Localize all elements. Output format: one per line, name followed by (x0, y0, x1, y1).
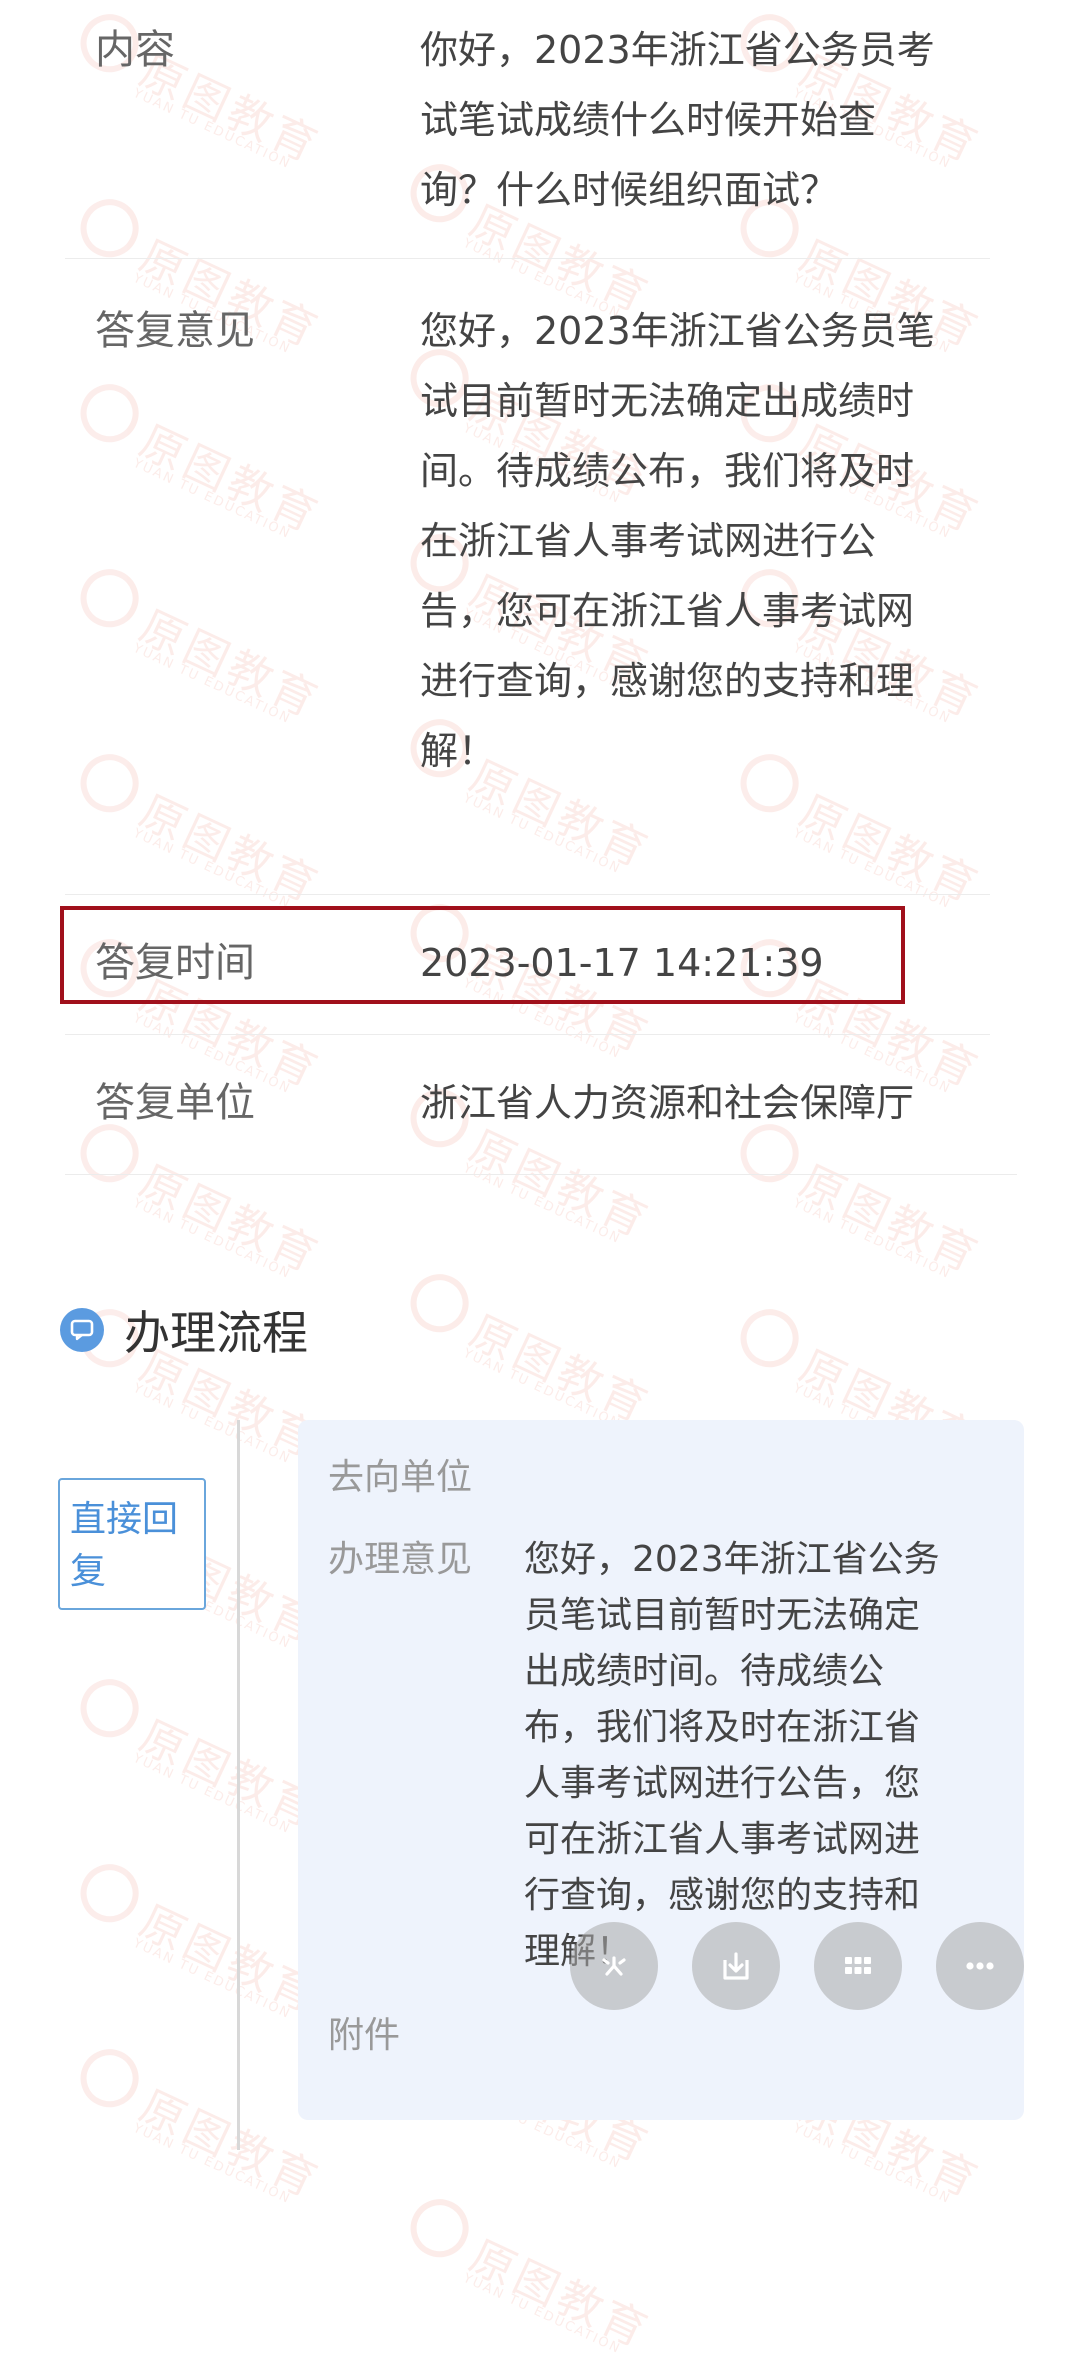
process-card: 去向单位 办理意见 您好，2023年浙江省公务 员笔试目前暂时无法确定 出成绩时… (298, 1420, 1024, 2120)
watermark-mark-icon (401, 1264, 479, 1342)
watermark-subtext: YUAN TU EDUCATION (790, 2120, 954, 2208)
reply-opinion-value: 您好，2023年浙江省公务员笔 试目前暂时无法确定出成绩时 间。待成绩公布，我们… (420, 309, 935, 773)
watermark-subtext: YUAN TU EDUCATION (130, 1380, 294, 1468)
watermark-text: 原图教育 (461, 1306, 658, 1434)
grid-button[interactable] (814, 1922, 902, 2010)
watermark-mark-icon (401, 2189, 479, 2267)
watermark-mark-icon (71, 2039, 149, 2117)
watermark-mark-icon (71, 1669, 149, 1747)
sparkle-icon (602, 1956, 626, 1976)
watermark-subtext: YUAN TU EDUCATION (130, 1750, 294, 1838)
more-icon (966, 1962, 994, 1970)
watermark-subtext: YUAN TU EDUCATION (130, 1935, 294, 2023)
watermark-subtext: YUAN TU EDUCATION (130, 2120, 294, 2208)
info-row-reply-unit: 答复单位 浙江省人力资源和社会保障厅 (65, 1034, 1017, 1175)
chat-bubble-icon (60, 1308, 104, 1352)
step-tag-direct-reply: 直接回 复 (58, 1478, 206, 1610)
watermark-subtext: YUAN TU EDUCATION (460, 2270, 624, 2358)
destination-unit-label: 去向单位 (328, 1457, 473, 1498)
step-tag-label: 直接回 复 (70, 1499, 179, 1592)
watermark-subtext: YUAN TU EDUCATION (130, 1195, 294, 1283)
watermark-mark-icon (71, 1854, 149, 1932)
timeline-line (237, 1420, 240, 2150)
sparkle-button[interactable] (570, 1922, 658, 2010)
watermark-text: 原图教育 (461, 2231, 658, 2359)
download-icon (723, 1952, 749, 1980)
floating-action-bar (570, 1922, 1024, 2010)
handling-opinion-value: 您好，2023年浙江省公务 员笔试目前暂时无法确定 出成绩时间。待成绩公 布，我… (524, 1539, 940, 1972)
grid-icon (845, 1957, 871, 1974)
watermark-logo: 原图教育YUAN TU EDUCATION (392, 1256, 658, 1435)
watermark-logo: 原图教育YUAN TU EDUCATION (62, 1661, 328, 1840)
watermark-subtext: YUAN TU EDUCATION (790, 1195, 954, 1283)
download-button[interactable] (692, 1922, 780, 2010)
watermark-logo: 原图教育YUAN TU EDUCATION (392, 2181, 658, 2360)
reply-opinion-label: 答复意见 (95, 308, 255, 354)
reply-unit-label: 答复单位 (95, 1080, 255, 1126)
info-row-content: 内容 你好，2023年浙江省公务员考 试笔试成绩什么时候开始查 询？什么时候组织… (65, 0, 990, 259)
watermark-logo: 原图教育YUAN TU EDUCATION (62, 1846, 328, 2025)
process-section-header: 办理流程 (60, 1300, 308, 1360)
watermark-logo: 原图教育YUAN TU EDUCATION (62, 2031, 328, 2210)
handling-opinion-label: 办理意见 (328, 1539, 473, 1580)
content-label: 内容 (95, 27, 175, 73)
attachment-label: 附件 (328, 2015, 401, 2056)
reply-unit-value: 浙江省人力资源和社会保障厅 (420, 1081, 915, 1125)
process-section-title: 办理流程 (124, 1306, 308, 1360)
content-value: 你好，2023年浙江省公务员考 试笔试成绩什么时候开始查 询？什么时候组织面试？ (420, 28, 935, 212)
info-row-reply-opinion: 答复意见 您好，2023年浙江省公务员笔 试目前暂时无法确定出成绩时 间。待成绩… (65, 258, 990, 895)
more-button[interactable] (936, 1922, 1024, 2010)
watermark-mark-icon (731, 1299, 809, 1377)
reply-time-highlight-box (60, 906, 905, 1004)
